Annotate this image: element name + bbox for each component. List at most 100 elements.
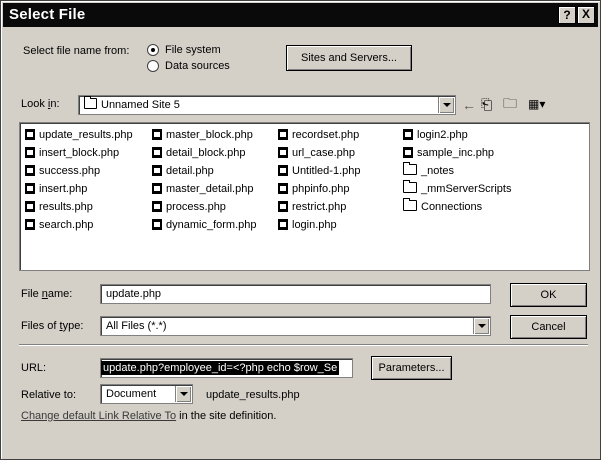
folder-name: _notes — [421, 165, 455, 177]
php-file-icon — [152, 165, 162, 176]
list-item[interactable]: search.php — [25, 216, 133, 234]
list-item[interactable]: sample_inc.php — [403, 144, 511, 162]
file-name: url_case.php — [292, 147, 355, 159]
url-input[interactable]: update.php?employee_id=<?php echo $row_S… — [100, 358, 353, 378]
php-file-icon — [403, 147, 413, 158]
php-file-icon — [152, 219, 162, 230]
filetype-label: Files of type: — [21, 320, 83, 332]
file-list[interactable]: update_results.php insert_block.php succ… — [19, 122, 590, 271]
chevron-down-icon[interactable] — [438, 97, 454, 113]
php-file-icon — [278, 183, 288, 194]
php-file-icon — [25, 165, 35, 176]
url-label: URL: — [21, 362, 47, 374]
parameters-button[interactable]: Parameters... — [371, 356, 452, 380]
php-file-icon — [25, 183, 35, 194]
radio-data-sources[interactable]: Data sources — [147, 60, 230, 73]
file-name: process.php — [166, 201, 226, 213]
file-name: login2.php — [417, 129, 468, 141]
list-item[interactable]: dynamic_form.php — [152, 216, 257, 234]
divider — [19, 344, 588, 346]
lookin-dropdown[interactable]: Unnamed Site 5 — [78, 95, 456, 115]
php-file-icon — [25, 129, 35, 140]
filetype-dropdown[interactable]: All Files (*.*) — [100, 316, 491, 336]
new-folder-icon[interactable]: 🗀 — [503, 96, 517, 110]
list-item[interactable]: master_block.php — [152, 126, 257, 144]
radio-file-system-label: File system — [165, 44, 221, 56]
folder-icon — [403, 180, 417, 193]
php-file-icon — [152, 201, 162, 212]
php-file-icon — [152, 129, 162, 140]
list-item[interactable]: insert.php — [25, 180, 133, 198]
file-name: Untitled-1.php — [292, 165, 361, 177]
list-item[interactable]: recordset.php — [278, 126, 361, 144]
filetype-value: All Files (*.*) — [106, 320, 167, 332]
relative-file: update_results.php — [206, 389, 300, 401]
file-name: recordset.php — [292, 129, 360, 141]
folder-icon — [403, 198, 417, 211]
view-menu-icon[interactable]: ▦▾ — [528, 97, 545, 111]
up-folder-icon[interactable]: ⎗ — [481, 97, 492, 111]
relative-value: Document — [106, 388, 157, 400]
source-label: Select file name from: — [23, 45, 130, 57]
file-name: dynamic_form.php — [166, 219, 257, 231]
file-name: insert.php — [39, 183, 88, 195]
php-file-icon — [25, 201, 35, 212]
list-item[interactable]: login2.php — [403, 126, 511, 144]
chevron-down-icon[interactable] — [473, 318, 489, 334]
filename-label: File name: — [21, 288, 72, 300]
file-name: restrict.php — [292, 201, 347, 213]
change-default-link[interactable]: Change default Link Relative To — [21, 410, 176, 422]
list-item[interactable]: detail_block.php — [152, 144, 257, 162]
filename-label-pre: File — [21, 288, 42, 300]
back-arrow-icon[interactable]: ← — [462, 98, 476, 112]
filename-label-post: ame: — [47, 288, 73, 300]
radio-data-sources-label: Data sources — [165, 60, 230, 72]
file-name: update_results.php — [39, 129, 133, 141]
sites-and-servers-button[interactable]: Sites and Servers... — [286, 45, 412, 71]
folder-item[interactable]: Connections — [403, 198, 511, 216]
help-button[interactable]: ? — [558, 6, 576, 24]
chevron-down-icon[interactable] — [175, 386, 191, 402]
file-name: success.php — [39, 165, 101, 177]
php-file-icon — [278, 201, 288, 212]
list-item[interactable]: restrict.php — [278, 198, 361, 216]
file-name: detail.php — [166, 165, 214, 177]
filetype-label-post: ype: — [62, 320, 84, 332]
php-file-icon — [278, 129, 288, 140]
file-column-4: login2.php sample_inc.php _notes _mmServ… — [403, 126, 511, 216]
file-name: results.php — [39, 201, 93, 213]
list-item[interactable]: update_results.php — [25, 126, 133, 144]
ok-button[interactable]: OK — [510, 283, 587, 307]
cancel-button[interactable]: Cancel — [510, 315, 587, 339]
list-item[interactable]: Untitled-1.php — [278, 162, 361, 180]
php-file-icon — [152, 183, 162, 194]
list-item[interactable]: url_case.php — [278, 144, 361, 162]
close-button[interactable]: X — [577, 6, 595, 24]
list-item[interactable]: detail.php — [152, 162, 257, 180]
filename-input[interactable]: update.php — [100, 284, 491, 304]
php-file-icon — [278, 147, 288, 158]
php-file-icon — [278, 165, 288, 176]
php-file-icon — [25, 147, 35, 158]
relative-dropdown[interactable]: Document — [100, 384, 193, 404]
folder-item[interactable]: _notes — [403, 162, 511, 180]
radio-file-system[interactable]: File system — [147, 44, 221, 57]
list-item[interactable]: login.php — [278, 216, 361, 234]
footer-suffix: in the site definition. — [176, 410, 277, 422]
folder-item[interactable]: _mmServerScripts — [403, 180, 511, 198]
folder-icon — [403, 162, 417, 175]
list-item[interactable]: process.php — [152, 198, 257, 216]
php-file-icon — [403, 129, 413, 140]
list-item[interactable]: success.php — [25, 162, 133, 180]
list-item[interactable]: results.php — [25, 198, 133, 216]
list-item[interactable]: insert_block.php — [25, 144, 133, 162]
file-name: detail_block.php — [166, 147, 246, 159]
file-column-1: update_results.php insert_block.php succ… — [25, 126, 133, 234]
lookin-value: Unnamed Site 5 — [101, 99, 180, 111]
folder-icon — [84, 96, 97, 109]
radio-file-system-dot[interactable] — [147, 44, 159, 57]
dialog-title: Select File — [9, 6, 86, 23]
list-item[interactable]: phpinfo.php — [278, 180, 361, 198]
radio-data-sources-dot[interactable] — [147, 60, 159, 73]
list-item[interactable]: master_detail.php — [152, 180, 257, 198]
